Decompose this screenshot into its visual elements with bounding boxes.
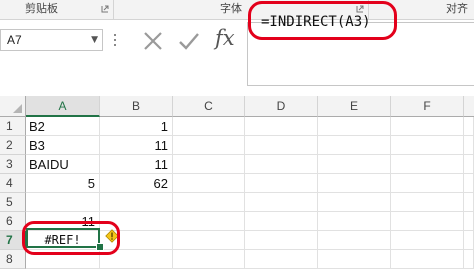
empty-cell[interactable] — [391, 155, 464, 174]
empty-cell[interactable] — [464, 212, 474, 231]
empty-cell[interactable] — [464, 117, 474, 136]
empty-cell[interactable] — [173, 136, 245, 155]
row-header-1[interactable]: 1 — [0, 117, 26, 136]
empty-cell[interactable] — [245, 193, 318, 212]
empty-cell[interactable] — [391, 250, 464, 269]
empty-cell[interactable] — [464, 174, 474, 193]
empty-cell[interactable] — [391, 231, 464, 250]
empty-cell[interactable] — [391, 212, 464, 231]
empty-cell[interactable] — [173, 174, 245, 193]
cell-b1[interactable]: 1 — [100, 117, 173, 136]
empty-cell[interactable] — [173, 212, 245, 231]
empty-cell[interactable] — [464, 231, 474, 250]
font-group-label: 字体 — [220, 2, 242, 15]
empty-cell[interactable] — [464, 136, 474, 155]
cell-b2[interactable]: 11 — [100, 136, 173, 155]
empty-cell[interactable] — [173, 117, 245, 136]
empty-cell[interactable] — [464, 250, 474, 269]
empty-cell[interactable] — [464, 193, 474, 212]
name-box[interactable]: A7 ▼ — [0, 29, 103, 51]
cell-b3[interactable]: 11 — [100, 155, 173, 174]
clipboard-dialog-launcher-icon[interactable] — [101, 5, 109, 13]
empty-cell[interactable] — [173, 250, 245, 269]
name-box-value: A7 — [7, 33, 22, 47]
error-highlight-annotation — [22, 221, 120, 255]
row-header-4[interactable]: 4 — [0, 174, 26, 193]
empty-cell[interactable] — [245, 250, 318, 269]
empty-cell[interactable] — [245, 174, 318, 193]
column-header-a[interactable]: A — [26, 96, 100, 117]
ribbon-group-labels: 剪贴板 字体 对齐 — [0, 0, 474, 20]
empty-cell[interactable] — [245, 117, 318, 136]
row-header-2[interactable]: 2 — [0, 136, 26, 155]
ribbon-separator — [113, 0, 114, 19]
empty-cell[interactable] — [245, 212, 318, 231]
empty-cell[interactable] — [318, 117, 391, 136]
empty-cell[interactable] — [391, 136, 464, 155]
empty-cell[interactable] — [391, 174, 464, 193]
row-header-5[interactable]: 5 — [0, 193, 26, 212]
column-header-partial[interactable] — [464, 96, 474, 117]
empty-cell[interactable] — [318, 212, 391, 231]
formula-bar: A7 ▼ fx — [0, 20, 474, 86]
empty-cell[interactable] — [318, 231, 391, 250]
empty-cell[interactable] — [391, 193, 464, 212]
empty-cell[interactable] — [245, 155, 318, 174]
empty-cell[interactable] — [26, 193, 100, 212]
clipboard-group-label: 剪贴板 — [25, 2, 58, 15]
column-header-b[interactable]: B — [100, 96, 173, 117]
empty-cell[interactable] — [173, 193, 245, 212]
cell-a1[interactable]: B2 — [26, 117, 100, 136]
empty-cell[interactable] — [318, 250, 391, 269]
empty-cell[interactable] — [173, 231, 245, 250]
empty-cell[interactable] — [464, 155, 474, 174]
empty-cell[interactable] — [391, 117, 464, 136]
cell-a4[interactable]: 5 — [26, 174, 100, 193]
empty-cell[interactable] — [318, 155, 391, 174]
empty-cell[interactable] — [318, 193, 391, 212]
empty-cell[interactable] — [245, 136, 318, 155]
column-header-f[interactable]: F — [391, 96, 464, 117]
alignment-group-label: 对齐 — [446, 2, 468, 15]
empty-cell[interactable] — [173, 155, 245, 174]
column-header-e[interactable]: E — [318, 96, 391, 117]
empty-cell[interactable] — [100, 193, 173, 212]
cell-a2[interactable]: B3 — [26, 136, 100, 155]
select-all-button[interactable] — [0, 96, 26, 117]
row-header-8[interactable]: 8 — [0, 250, 26, 269]
formula-highlight-annotation — [248, 1, 397, 40]
empty-cell[interactable] — [245, 231, 318, 250]
chevron-down-icon[interactable]: ▼ — [91, 35, 98, 45]
empty-cell[interactable] — [318, 174, 391, 193]
check-icon[interactable] — [177, 29, 201, 53]
empty-cell[interactable] — [318, 136, 391, 155]
insert-function-icon[interactable]: fx — [215, 26, 235, 50]
row-header-3[interactable]: 3 — [0, 155, 26, 174]
cell-a3[interactable]: BAIDU — [26, 155, 100, 174]
column-header-c[interactable]: C — [173, 96, 245, 117]
cancel-icon[interactable] — [141, 29, 165, 53]
cell-b4[interactable]: 62 — [100, 174, 173, 193]
column-header-d[interactable]: D — [245, 96, 318, 117]
drag-handle-icon[interactable] — [114, 34, 117, 48]
